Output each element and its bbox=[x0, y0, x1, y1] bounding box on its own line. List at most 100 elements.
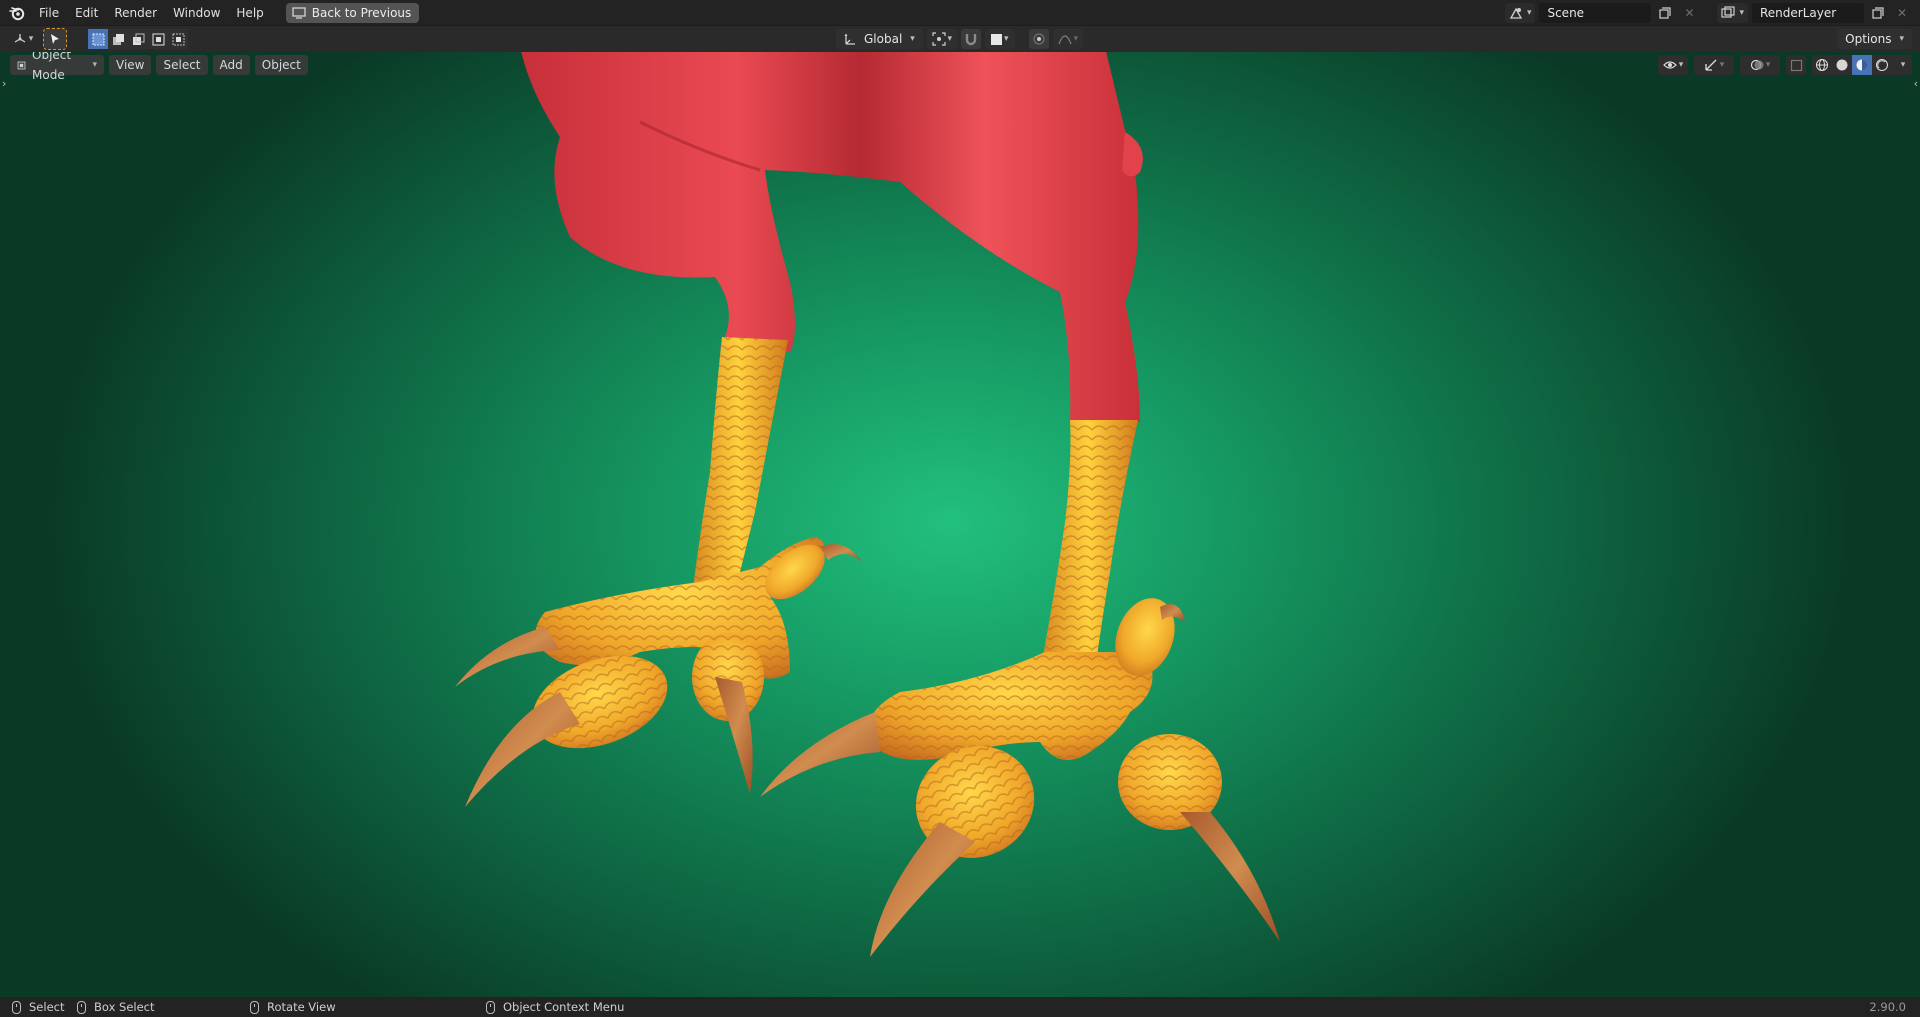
menu-edit[interactable]: Edit bbox=[67, 2, 106, 24]
close-icon: ✕ bbox=[1684, 5, 1695, 20]
scene-name-field[interactable]: Scene bbox=[1539, 2, 1652, 23]
object-mode-icon bbox=[17, 61, 26, 69]
3d-viewport[interactable]: Object Mode ▾ View Select Add Object ▾ ▾… bbox=[0, 52, 1920, 997]
menu-select[interactable]: Select bbox=[156, 55, 208, 75]
select-set-icon bbox=[92, 33, 104, 45]
right-foot bbox=[760, 598, 1280, 957]
chevron-down-icon: ▾ bbox=[1765, 60, 1771, 70]
proportional-editing-toggle[interactable] bbox=[1028, 29, 1049, 49]
select-subtract-button[interactable] bbox=[128, 29, 148, 49]
bird-legs-model bbox=[455, 52, 1280, 957]
gizmo-toggle[interactable]: ▾ bbox=[1694, 55, 1734, 75]
render-layers-icon bbox=[1721, 5, 1736, 18]
chevron-down-icon: ▾ bbox=[1678, 60, 1684, 70]
magnet-icon bbox=[965, 34, 977, 46]
mouse-drag-icon bbox=[77, 1000, 86, 1014]
chevron-down-icon: ▾ bbox=[1900, 60, 1906, 70]
select-extend-button[interactable] bbox=[108, 29, 128, 49]
menu-render[interactable]: Render bbox=[106, 2, 165, 24]
rendered-sphere-icon bbox=[1876, 59, 1888, 71]
version-label: 2.90.0 bbox=[1869, 1000, 1906, 1014]
view-layer-selector-button[interactable]: ▾ bbox=[1717, 2, 1748, 23]
shading-rendered-button[interactable] bbox=[1872, 55, 1892, 75]
select-difference-icon bbox=[152, 33, 164, 45]
menu-file[interactable]: File bbox=[31, 2, 67, 24]
chevron-down-icon: ▾ bbox=[1004, 34, 1009, 44]
select-intersect-icon bbox=[172, 33, 184, 45]
delete-view-layer-button[interactable]: ✕ bbox=[1892, 3, 1912, 23]
status-bar: Select Box Select Rotate View Object Con… bbox=[0, 997, 1920, 1017]
menu-object[interactable]: Object bbox=[254, 55, 308, 75]
eye-icon bbox=[1662, 61, 1677, 69]
duplicate-icon bbox=[1659, 6, 1672, 19]
menu-add[interactable]: Add bbox=[212, 55, 250, 75]
editor-type-button[interactable]: ▾ bbox=[8, 29, 38, 49]
select-tool-button[interactable] bbox=[43, 28, 67, 50]
select-intersect-button[interactable] bbox=[168, 29, 188, 49]
shading-material-preview-button[interactable] bbox=[1852, 55, 1872, 75]
pivot-point-dropdown[interactable]: ▾ bbox=[926, 29, 957, 49]
status-context-menu-label: Object Context Menu bbox=[503, 1000, 625, 1014]
material-sphere-icon bbox=[1856, 59, 1868, 71]
snap-target-dropdown[interactable]: ▾ bbox=[984, 29, 1015, 49]
shading-options-dropdown[interactable]: ▾ bbox=[1892, 55, 1912, 75]
status-context-menu: Object Context Menu bbox=[486, 1000, 624, 1014]
object-visibility-dropdown[interactable]: ▾ bbox=[1658, 55, 1688, 75]
shading-wireframe-button[interactable] bbox=[1812, 55, 1832, 75]
selection-mode-group bbox=[88, 29, 188, 49]
interaction-mode-dropdown[interactable]: Object Mode ▾ bbox=[10, 52, 104, 82]
chevron-down-icon: ▾ bbox=[947, 34, 953, 44]
render-layer-field[interactable]: RenderLayer bbox=[1752, 2, 1864, 23]
new-view-layer-button[interactable] bbox=[1868, 3, 1888, 23]
options-dropdown[interactable]: Options ▾ bbox=[1837, 29, 1912, 49]
blender-logo-icon[interactable] bbox=[9, 5, 25, 21]
xray-icon bbox=[1790, 59, 1802, 71]
select-invert-button[interactable] bbox=[148, 29, 168, 49]
orientation-label: Global bbox=[864, 32, 903, 46]
screen-icon bbox=[292, 6, 306, 19]
chevron-down-icon: ▾ bbox=[910, 34, 915, 44]
chevron-down-icon: ▾ bbox=[1526, 7, 1532, 18]
proportional-falloff-dropdown[interactable]: ▾ bbox=[1052, 29, 1083, 49]
back-to-previous-button[interactable]: Back to Previous bbox=[285, 2, 420, 23]
delete-scene-button[interactable]: ✕ bbox=[1679, 3, 1699, 23]
scene-controls: ▾ Scene ✕ ▾ RenderLayer ✕ bbox=[1504, 2, 1912, 23]
shading-solid-button[interactable] bbox=[1832, 55, 1852, 75]
toolbar-expand-arrow-icon[interactable]: › bbox=[2, 77, 6, 90]
status-rotate-view: Rotate View bbox=[250, 1000, 336, 1014]
shading-mode-group: ▾ bbox=[1812, 55, 1912, 75]
menu-view[interactable]: View bbox=[109, 55, 152, 75]
solid-sphere-icon bbox=[1836, 59, 1848, 71]
overlays-toggle[interactable]: ▾ bbox=[1740, 55, 1780, 75]
wireframe-sphere-icon bbox=[1816, 59, 1828, 71]
transform-orientation-dropdown[interactable]: Global ▾ bbox=[836, 29, 923, 49]
menu-help[interactable]: Help bbox=[228, 2, 271, 24]
viewport-shading-controls: ▾ ▾ ▾ ▾ bbox=[1658, 55, 1912, 75]
sidebar-expand-arrow-icon[interactable]: ‹ bbox=[1914, 77, 1918, 90]
status-rotate-view-label: Rotate View bbox=[267, 1000, 336, 1014]
status-box-select: Box Select bbox=[77, 1000, 155, 1014]
back-to-previous-label: Back to Previous bbox=[311, 5, 412, 20]
scene-icon bbox=[1509, 7, 1523, 19]
chevron-down-icon: ▾ bbox=[1073, 34, 1079, 44]
select-subtract-icon bbox=[132, 33, 144, 45]
chevron-down-icon: ▾ bbox=[1899, 34, 1904, 44]
scene-selector-button[interactable]: ▾ bbox=[1504, 2, 1536, 23]
cursor-arrow-icon bbox=[51, 34, 59, 44]
select-new-button[interactable] bbox=[88, 29, 108, 49]
status-box-select-label: Box Select bbox=[94, 1000, 155, 1014]
mouse-middle-icon bbox=[250, 1000, 259, 1014]
new-scene-button[interactable] bbox=[1655, 3, 1675, 23]
select-extend-icon bbox=[112, 33, 124, 45]
top-menu-bar: File Edit Render Window Help Back to Pre… bbox=[0, 0, 1920, 25]
snap-toggle[interactable] bbox=[960, 29, 981, 49]
options-label: Options bbox=[1845, 32, 1892, 46]
xray-toggle[interactable] bbox=[1786, 55, 1806, 75]
chevron-down-icon: ▾ bbox=[28, 34, 34, 44]
snap-increment-icon bbox=[991, 33, 1003, 45]
mouse-left-icon bbox=[12, 1000, 21, 1014]
menu-window[interactable]: Window bbox=[165, 2, 228, 24]
orientation-global-icon bbox=[844, 33, 855, 45]
pivot-icon bbox=[931, 32, 946, 46]
mouse-right-icon bbox=[486, 1000, 495, 1014]
